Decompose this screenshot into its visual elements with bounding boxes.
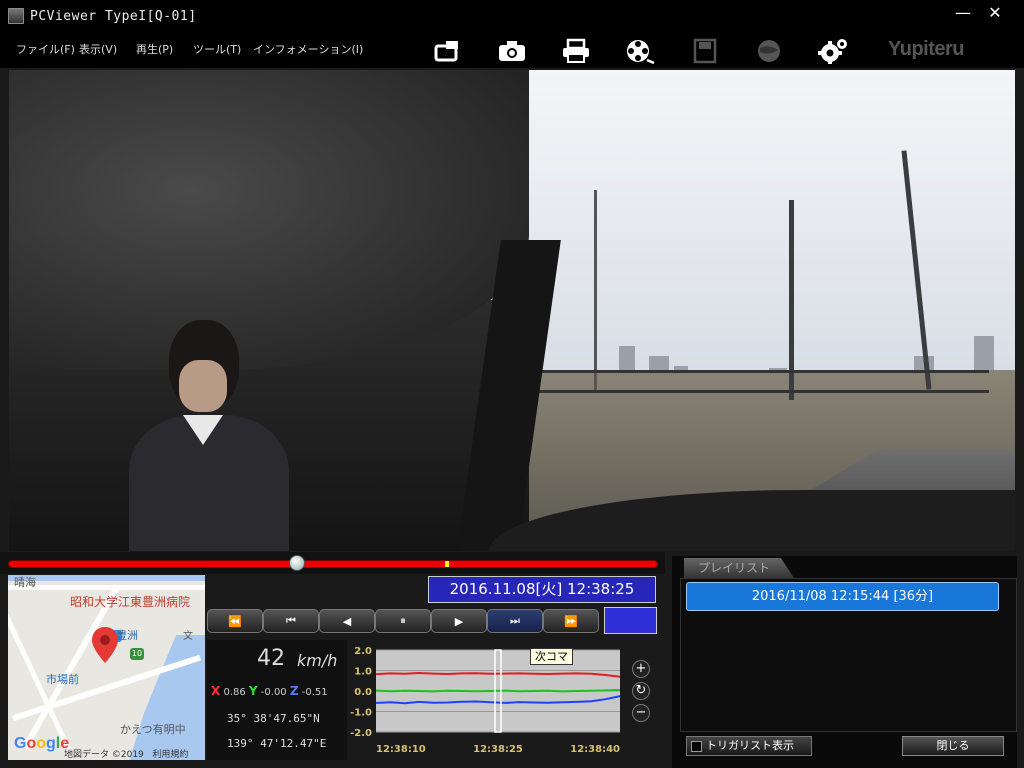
y-tick-label: 0.0 [354,687,372,698]
driver-figure [129,320,289,551]
zoom-out-button[interactable]: − [632,704,650,722]
menu-information[interactable]: インフォメーション(I) [253,41,363,57]
y-tick-label: -2.0 [350,728,372,739]
map-label-school: 文 [183,631,193,642]
map-label-station: 豊洲 [116,629,138,642]
speed-unit: km/h [297,651,338,670]
x-tick-label: 12:38:10 [376,744,426,755]
location-pin-icon [92,627,118,663]
tooltip-next-frame: 次コマ [530,648,573,665]
settings-icon[interactable] [818,38,848,65]
map-label-hospital: 昭和大学江東豊洲病院 [70,595,191,609]
menu-tools[interactable]: ツール(T) [193,41,241,57]
save-icon [690,38,720,64]
close-button[interactable]: 閉じる [902,736,1004,756]
y-tick-label: 1.0 [354,667,372,678]
series-line-1 [375,689,621,693]
trigger-checkbox[interactable] [691,740,702,752]
map-route-badge: 10 [130,648,144,660]
fast-forward-button[interactable]: ⏩ [543,609,599,633]
reverse-play-button[interactable]: ◀ [319,609,375,633]
globe-icon [754,38,784,64]
x-tick-label: 12:38:40 [570,744,620,755]
export-icon[interactable] [432,38,462,64]
video-frame[interactable] [9,70,1015,551]
menu-bar: ファイル(F) 表示(V) 再生(P) ツール(T) インフォメーション(I) … [0,32,1024,68]
trigger-list-toggle[interactable]: トリガリスト表示 [686,736,812,756]
graph-controls: + ↻ − [632,660,650,726]
pause-button[interactable]: ⏸ [375,609,431,633]
tab-playlist[interactable]: プレイリスト [684,558,794,578]
window-title: PCViewer TypeI[Q-01] [30,8,197,24]
map-attribution: 地図データ ©2019 利用規約 [64,750,189,760]
fast-rewind-button[interactable]: ⏪ [207,609,263,633]
x-tick-label: 12:38:25 [473,744,523,755]
seek-bar[interactable] [0,552,665,574]
list-item[interactable]: 2016/11/08 12:15:44 [36分] [686,582,999,611]
play-button[interactable]: ▶ [431,609,487,633]
seek-track[interactable] [8,560,658,568]
transport-controls: ⏪ ⏮ ◀ ⏸ ▶ ⏭ ⏩ [207,609,599,633]
title-bar: PCViewer TypeI[Q-01] — ✕ [0,0,1024,32]
seek-thumb[interactable] [289,555,306,571]
datetime-display: 2016.11.08[火] 12:38:25 [428,576,656,603]
next-frame-button[interactable]: ⏭ [487,609,543,633]
y-tick-label: 2.0 [354,646,372,657]
camera-icon[interactable] [497,38,527,64]
menu-view[interactable]: 表示(V) [79,41,117,57]
speed-value: 42 [257,646,285,671]
g-sensor-readout: X 0.86 Y -0.00 Z -0.51 [211,684,328,698]
y-tick-label: -1.0 [350,708,372,719]
app-icon [8,8,24,24]
indicator-color-box [604,607,657,634]
zoom-in-button[interactable]: + [632,660,650,678]
sensor-panel: 42 km/h X 0.86 Y -0.00 Z -0.51 35° 38'47… [207,640,347,760]
seek-marker [445,561,449,567]
reset-zoom-button[interactable]: ↻ [632,682,650,700]
map-label-market: 市場前 [46,673,79,686]
trigger-label: トリガリスト表示 [706,739,794,752]
menu-playback[interactable]: 再生(P) [136,41,173,57]
map-panel[interactable]: 晴海 昭和大学江東豊洲病院 豊洲 10 文 市場前 かえつ有明中 Google … [8,575,205,760]
google-logo: Google [14,735,70,752]
map-label-harumi: 晴海 [14,576,36,589]
film-reel-icon[interactable] [625,38,655,65]
brand-logo: Yupiteru [888,38,965,60]
minimize-button[interactable]: — [945,4,981,24]
latitude: 35° 38'47.65"N [227,712,320,725]
longitude: 139° 47'12.47"E [227,737,327,750]
map-label-ariake: かえつ有明中 [120,723,186,736]
previous-file-button[interactable]: ⏮ [263,609,319,633]
menu-file[interactable]: ファイル(F) [16,41,75,57]
close-window-button[interactable]: ✕ [977,4,1013,24]
print-icon[interactable] [561,38,591,64]
map-terms-link[interactable]: 利用規約 [152,750,188,760]
